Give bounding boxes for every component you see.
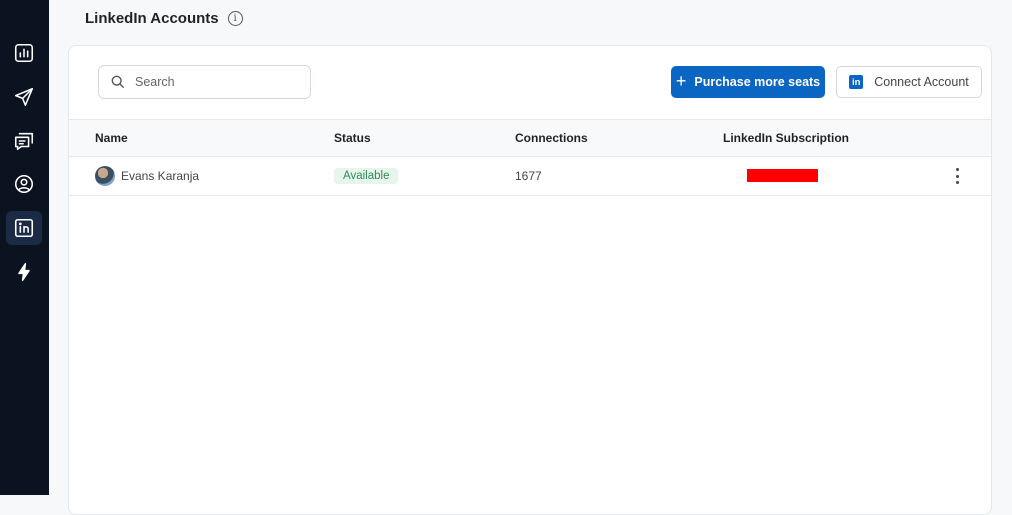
account-name-cell: Evans Karanja [95, 156, 199, 195]
messages-icon [14, 132, 34, 151]
row-actions-menu-icon[interactable] [949, 168, 965, 184]
sidebar-item-contacts[interactable] [6, 167, 42, 201]
accounts-card: + Purchase more seats in Connect Account… [68, 45, 992, 515]
table-header: Name Status Connections LinkedIn Subscri… [69, 119, 991, 157]
sidebar-item-inbox[interactable] [6, 124, 42, 158]
sidebar-item-analytics[interactable] [6, 36, 42, 70]
avatar [95, 165, 115, 186]
page-header: LinkedIn Accounts i [85, 7, 243, 29]
sidebar-item-automations[interactable] [6, 255, 42, 289]
plus-icon: + [675, 71, 687, 91]
send-icon [14, 87, 34, 107]
subscription-cell [747, 156, 818, 195]
status-badge: Available [334, 167, 399, 184]
column-header-name[interactable]: Name [95, 120, 128, 156]
search-icon [111, 75, 125, 89]
redacted-subscription [747, 169, 818, 182]
bar-chart-icon [14, 43, 34, 63]
account-name[interactable]: Evans Karanja [121, 169, 199, 183]
column-header-linkedin-subscription[interactable]: LinkedIn Subscription [723, 120, 849, 156]
connections-cell: 1677 [515, 168, 542, 183]
search-box[interactable] [98, 65, 311, 99]
column-header-connections[interactable]: Connections [515, 120, 588, 156]
column-header-status[interactable]: Status [334, 120, 371, 156]
connect-account-button[interactable]: in Connect Account [836, 66, 982, 98]
sidebar [0, 0, 49, 495]
connect-account-label: Connect Account [874, 75, 969, 89]
linkedin-icon [14, 218, 34, 238]
purchase-more-seats-label: Purchase more seats [694, 75, 821, 89]
table-row[interactable]: Evans Karanja Available 1677 [69, 156, 991, 196]
status-cell: Available [334, 156, 399, 195]
page-title: LinkedIn Accounts [85, 9, 219, 27]
user-circle-icon [14, 174, 34, 194]
linkedin-logo-icon: in [849, 75, 864, 89]
info-icon[interactable]: i [227, 10, 243, 26]
search-input[interactable] [133, 74, 297, 90]
purchase-more-seats-button[interactable]: + Purchase more seats [671, 66, 825, 98]
sidebar-item-campaigns[interactable] [6, 80, 42, 114]
lightning-icon [18, 262, 30, 282]
sidebar-item-linkedin-accounts[interactable] [6, 211, 42, 245]
